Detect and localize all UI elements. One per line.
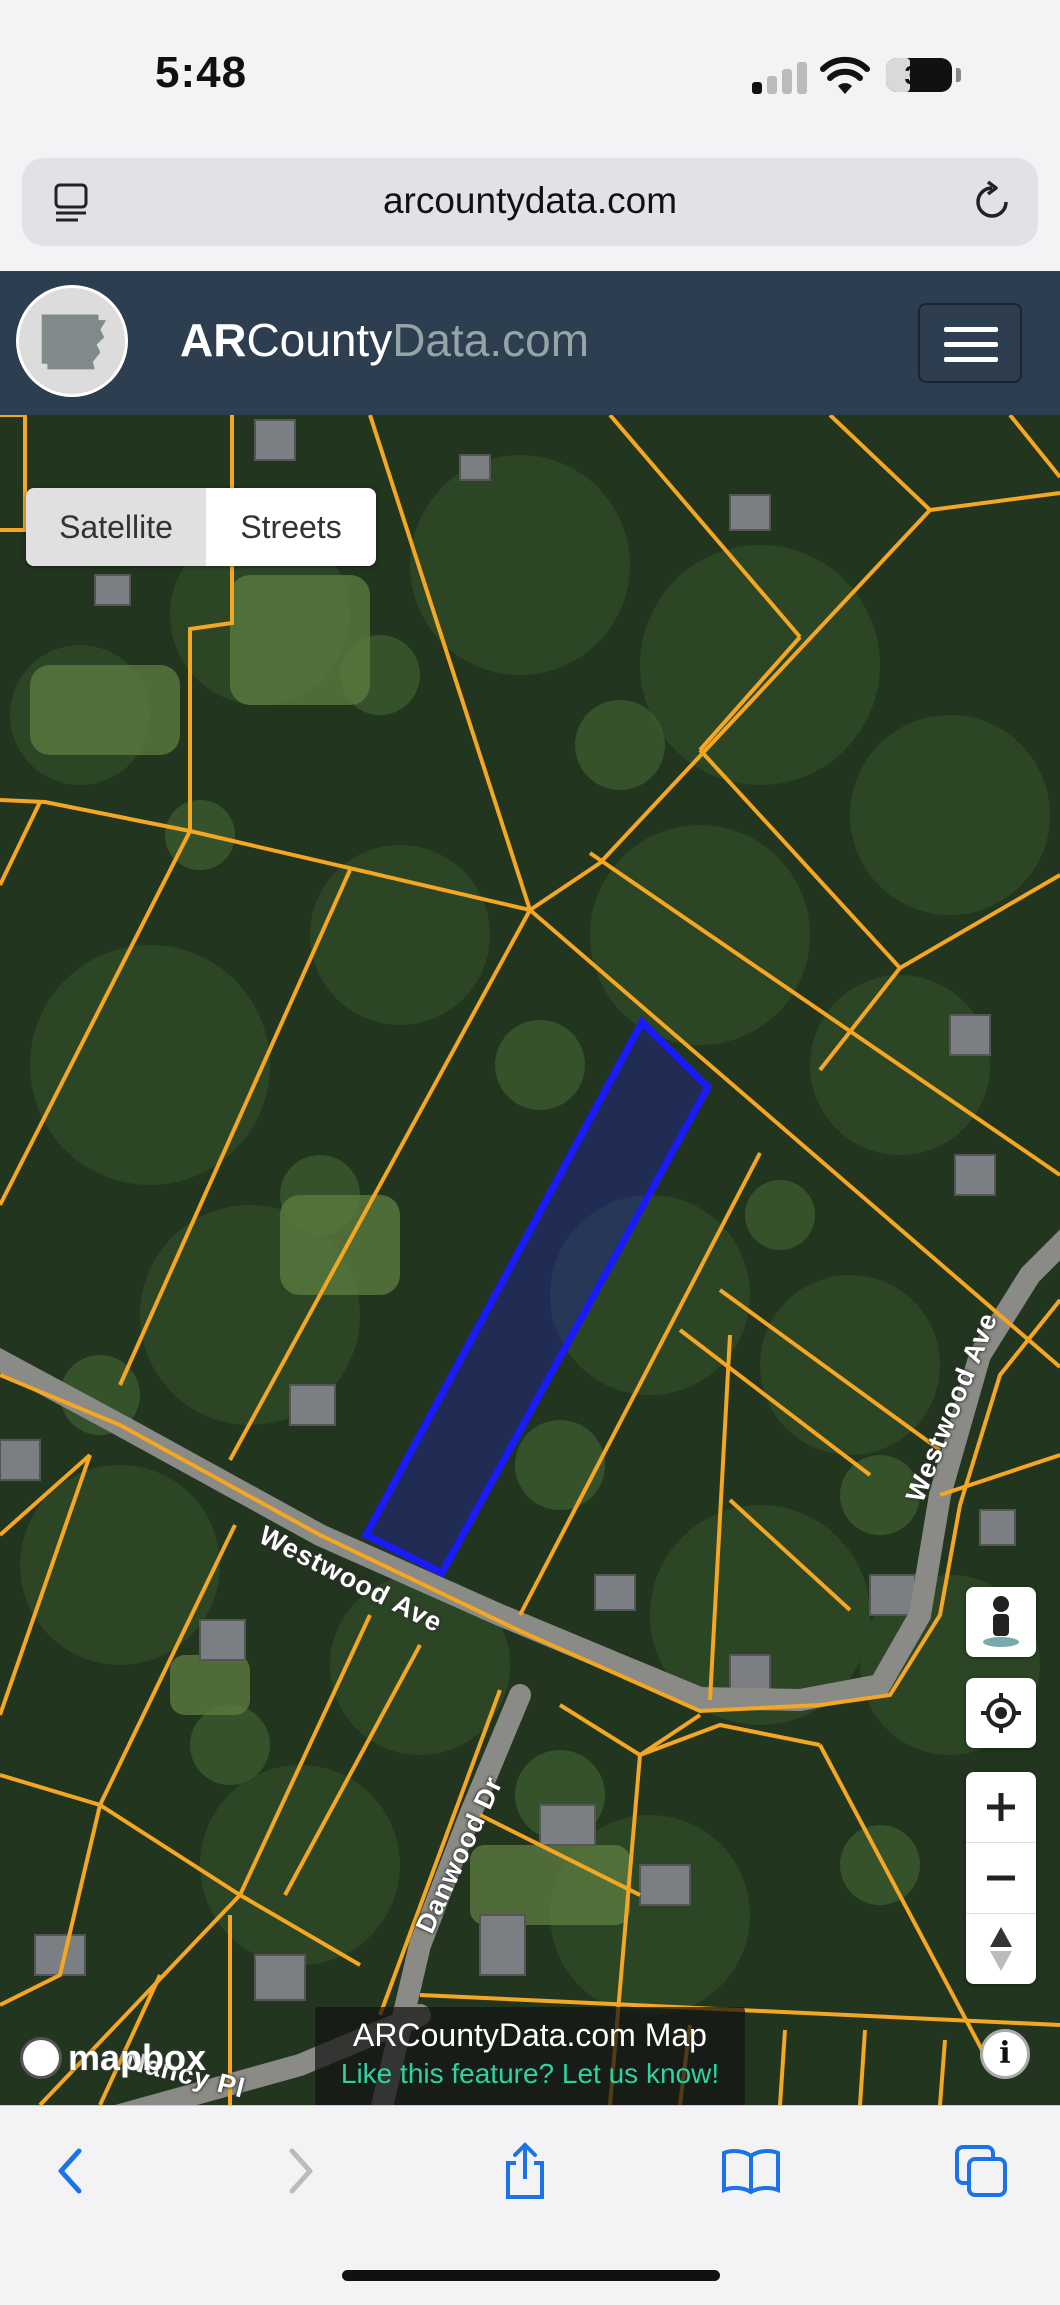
parcel-map[interactable]: Westwood Ave Westwood Ave Danwood Dr Nan… <box>0 415 1060 2105</box>
back-icon[interactable] <box>35 2136 105 2206</box>
reload-icon[interactable] <box>970 180 1014 224</box>
locate-icon[interactable] <box>966 1678 1036 1748</box>
menu-icon[interactable] <box>918 303 1022 383</box>
compass-icon[interactable] <box>966 1914 1036 1984</box>
cell-signal-icon <box>752 62 808 94</box>
streets-button[interactable]: Streets <box>206 488 376 566</box>
site-brand[interactable]: ARCountyData.com <box>180 313 589 367</box>
mapbox-logo[interactable]: mapbox <box>20 2037 206 2079</box>
tabs-overview-icon[interactable] <box>946 2136 1016 2206</box>
battery-icon: 37 <box>886 58 952 92</box>
brand-com: .com <box>489 314 590 366</box>
mapbox-text: mapbox <box>68 2037 207 2078</box>
share-icon[interactable] <box>490 2136 560 2206</box>
home-indicator <box>342 2270 720 2281</box>
brand-data: Data <box>392 314 490 366</box>
address-bar[interactable]: arcountydata.com <box>22 158 1038 246</box>
map-title: ARCountyData.com Map <box>353 2017 707 2053</box>
map-attribution-box: ARCountyData.com Map Like this feature? … <box>315 2007 745 2105</box>
info-icon[interactable]: i <box>980 2029 1030 2079</box>
satellite-imagery <box>0 415 1060 2105</box>
zoom-out-icon[interactable] <box>966 1843 1036 1914</box>
arkansas-logo-icon[interactable] <box>16 285 128 397</box>
zoom-controls <box>966 1772 1036 1984</box>
site-header: ARCountyData.com <box>0 271 1060 415</box>
streetview-icon[interactable] <box>966 1587 1036 1657</box>
brand-county: County <box>246 314 393 366</box>
brand-ar: AR <box>180 314 247 366</box>
status-bar: 5:48 37 <box>0 0 1060 150</box>
forward-icon[interactable] <box>266 2136 336 2206</box>
streetview-control[interactable] <box>966 1587 1036 1657</box>
battery-level: 37 <box>904 60 934 90</box>
mapbox-icon <box>20 2037 62 2079</box>
battery-cap <box>956 68 961 82</box>
satellite-button[interactable]: Satellite <box>26 488 206 566</box>
map-layer-toggle: Satellite Streets <box>26 488 376 566</box>
clock: 5:48 <box>155 48 248 97</box>
feedback-link[interactable]: Like this feature? Let us know! <box>315 2058 745 2090</box>
locate-control[interactable] <box>966 1678 1036 1748</box>
bookmarks-icon[interactable] <box>716 2136 786 2206</box>
wifi-icon <box>820 56 870 94</box>
url-text[interactable]: arcountydata.com <box>22 180 1038 222</box>
zoom-in-icon[interactable] <box>966 1772 1036 1843</box>
